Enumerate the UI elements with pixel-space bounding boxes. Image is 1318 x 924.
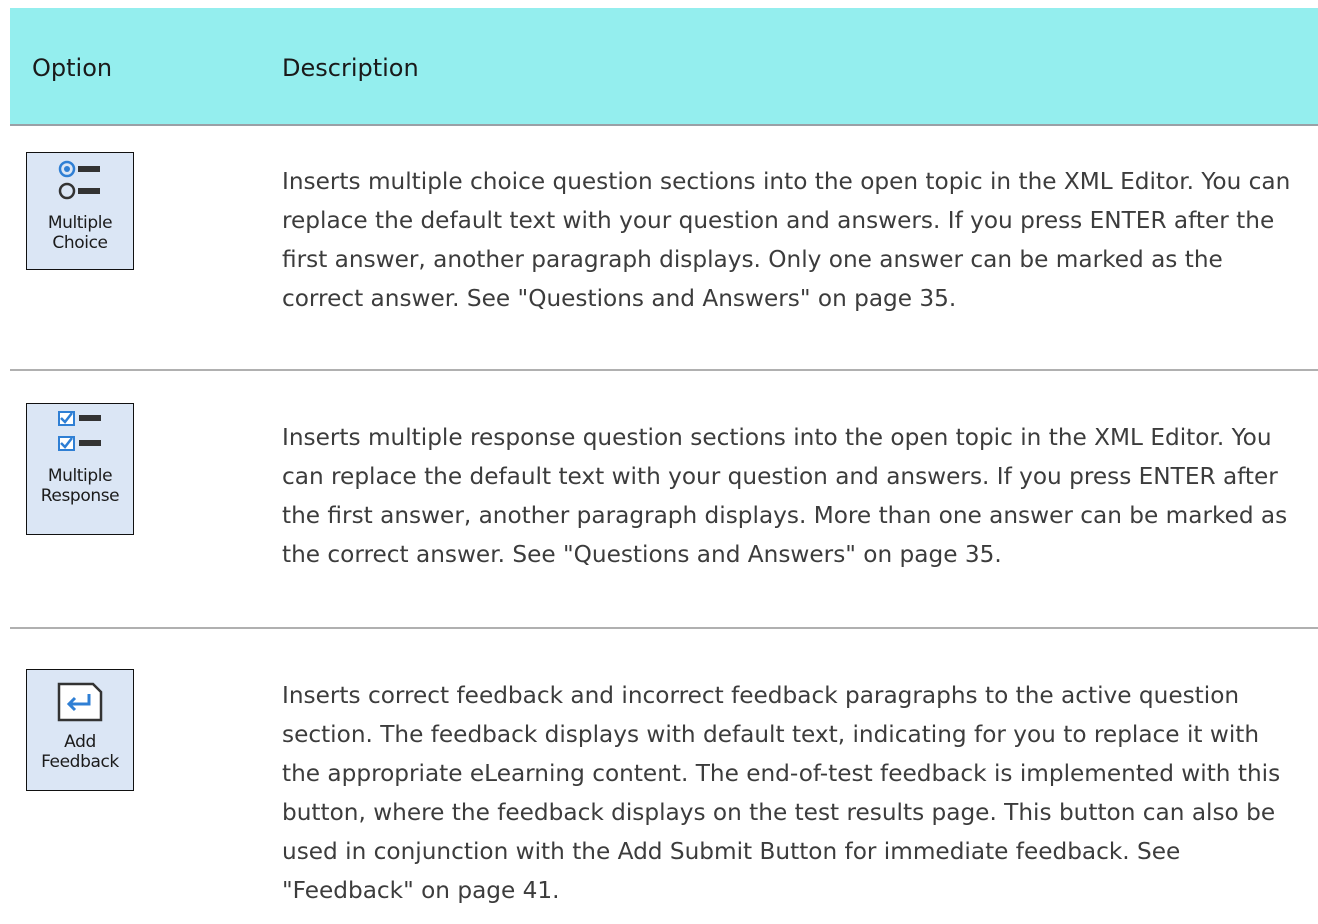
table-header: Option Description xyxy=(10,8,1318,126)
multiple-response-icon xyxy=(58,411,101,451)
header-option: Option xyxy=(32,54,113,82)
add-feedback-label-1: Add xyxy=(64,732,96,752)
table-row-multiple-choice: Multiple Choice Inserts multiple choice … xyxy=(10,126,1318,371)
multiple-response-label-2: Response xyxy=(40,486,120,506)
header-description: Description xyxy=(282,54,419,82)
multiple-choice-icon xyxy=(58,160,100,200)
multiple-response-button[interactable]: Multiple Response xyxy=(26,403,134,535)
multiple-choice-label-1: Multiple xyxy=(47,213,113,233)
add-feedback-button[interactable]: Add Feedback xyxy=(26,669,134,791)
table-row-multiple-response: Multiple Response Inserts multiple respo… xyxy=(10,371,1318,629)
multiple-response-description: Inserts multiple response question secti… xyxy=(282,424,1288,568)
options-table: Option Description Multiple Choice Inser… xyxy=(10,8,1318,924)
add-feedback-label-2: Feedback xyxy=(41,752,119,772)
table-row-add-feedback: Add Feedback Inserts correct feedback an… xyxy=(10,629,1318,924)
multiple-choice-description: Inserts multiple choice question section… xyxy=(282,168,1291,312)
add-feedback-description: Inserts correct feedback and incorrect f… xyxy=(282,682,1281,904)
multiple-response-label-1: Multiple xyxy=(47,466,113,486)
multiple-choice-label-2: Choice xyxy=(52,233,108,253)
multiple-choice-button[interactable]: Multiple Choice xyxy=(26,152,134,270)
add-feedback-icon xyxy=(57,682,103,722)
